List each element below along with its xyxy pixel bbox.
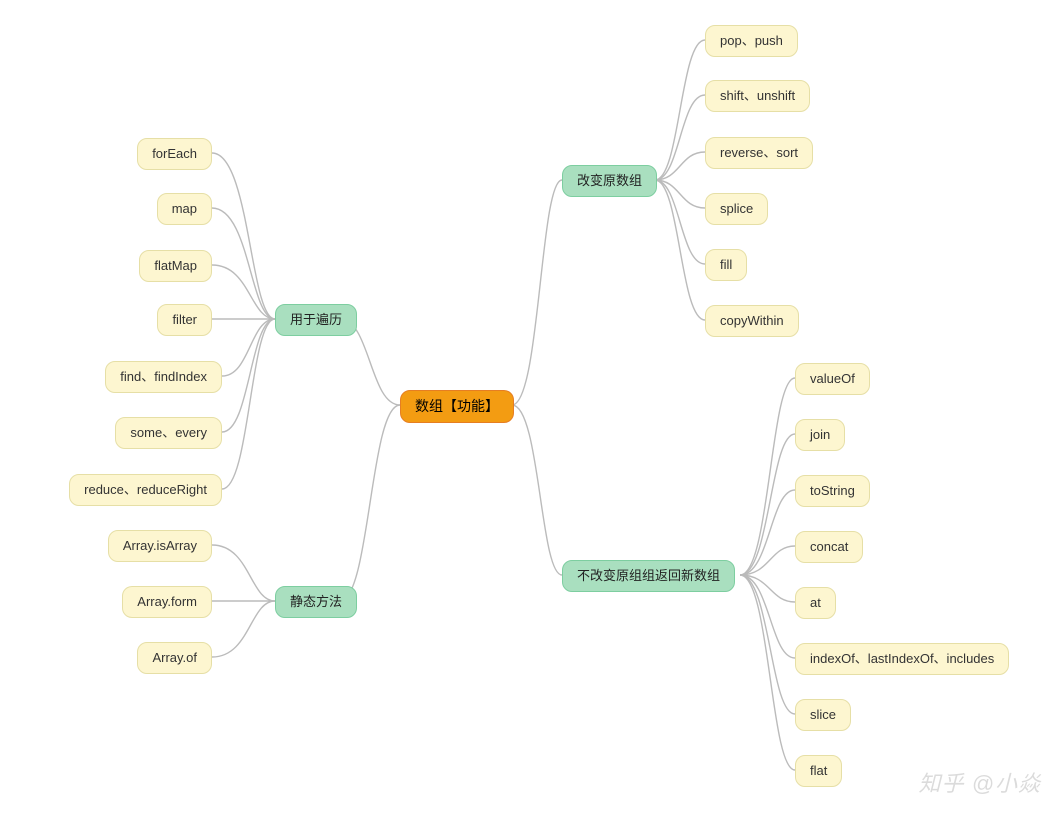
leaf-traversal-4[interactable]: find、findIndex [105,361,222,393]
connector-layer [0,0,1059,816]
root-node[interactable]: 数组【功能】 [400,390,514,423]
leaf-pure-2[interactable]: toString [795,475,870,507]
leaf-pure-5[interactable]: indexOf、lastIndexOf、includes [795,643,1009,675]
leaf-pure-1[interactable]: join [795,419,845,451]
watermark: 知乎 @小焱 [919,766,1041,798]
leaf-traversal-6[interactable]: reduce、reduceRight [69,474,222,506]
leaf-pure-3[interactable]: concat [795,531,863,563]
leaf-static-2[interactable]: Array.of [137,642,212,674]
leaf-traversal-3[interactable]: filter [157,304,212,336]
leaf-pure-0[interactable]: valueOf [795,363,870,395]
leaf-mutate-3[interactable]: splice [705,193,768,225]
leaf-pure-6[interactable]: slice [795,699,851,731]
branch-static[interactable]: 静态方法 [275,586,357,618]
leaf-traversal-2[interactable]: flatMap [139,250,212,282]
leaf-mutate-2[interactable]: reverse、sort [705,137,813,169]
leaf-traversal-5[interactable]: some、every [115,417,222,449]
leaf-mutate-5[interactable]: copyWithin [705,305,799,337]
branch-traversal[interactable]: 用于遍历 [275,304,357,336]
leaf-static-1[interactable]: Array.form [122,586,212,618]
leaf-traversal-1[interactable]: map [157,193,212,225]
leaf-mutate-4[interactable]: fill [705,249,747,281]
leaf-traversal-0[interactable]: forEach [137,138,212,170]
leaf-static-0[interactable]: Array.isArray [108,530,212,562]
branch-mutate[interactable]: 改变原数组 [562,165,657,197]
leaf-mutate-1[interactable]: shift、unshift [705,80,810,112]
leaf-mutate-0[interactable]: pop、push [705,25,798,57]
branch-pure[interactable]: 不改变原组组返回新数组 [562,560,735,592]
leaf-pure-4[interactable]: at [795,587,836,619]
leaf-pure-7[interactable]: flat [795,755,842,787]
